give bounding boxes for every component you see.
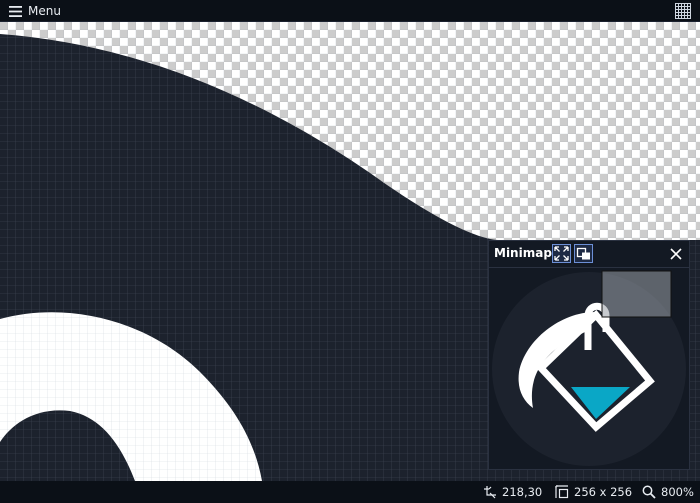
minimap-image (492, 270, 686, 466)
top-bar: Menu (0, 0, 700, 22)
cursor-position-icon (484, 486, 496, 499)
fit-to-screen-button[interactable] (552, 244, 571, 263)
minimap-close-button[interactable] (668, 244, 684, 263)
zoom-readout[interactable]: 800% (642, 484, 694, 500)
zoom-value: 800% (661, 485, 694, 499)
status-bar: 218,30 256 x 256 800% (0, 481, 700, 503)
hamburger-icon (9, 5, 22, 17)
fit-to-screen-icon (554, 246, 569, 261)
image-size-icon (555, 485, 569, 499)
pixel-grid-icon (675, 3, 691, 19)
cursor-position-value: 218,30 (502, 485, 543, 499)
close-icon (670, 248, 682, 260)
minimap-preview[interactable] (489, 268, 689, 469)
image-size-value: 256 x 256 (574, 485, 633, 499)
minimap-header: Minimap (489, 241, 689, 268)
cursor-position-readout: 218,30 (483, 484, 542, 500)
menu-label: Menu (28, 4, 61, 18)
viewport-overlay-button[interactable] (574, 244, 593, 263)
minimap-viewport-indicator[interactable] (601, 270, 672, 318)
viewport-overlay-icon (576, 247, 590, 260)
image-size-readout: 256 x 256 (555, 484, 632, 500)
pixel-grid-toggle[interactable] (675, 3, 691, 19)
zoom-icon (642, 485, 656, 499)
minimap-panel: Minimap (488, 240, 690, 470)
minimap-title: Minimap (494, 246, 552, 260)
menu-button[interactable]: Menu (9, 3, 61, 19)
